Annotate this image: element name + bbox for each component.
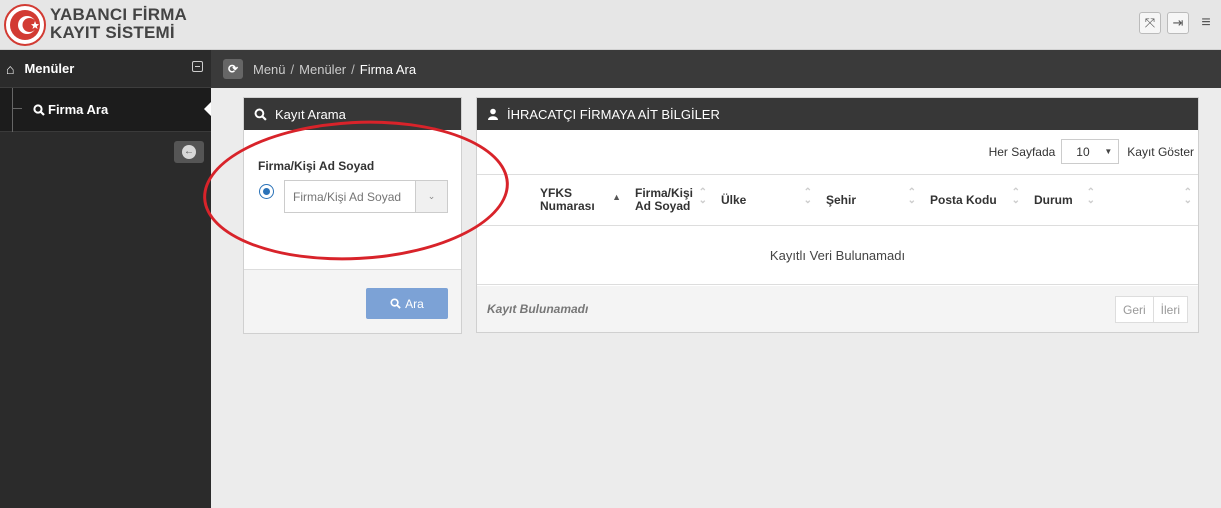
- breadcrumb-item[interactable]: Menü: [253, 62, 286, 77]
- brand-line-1: YABANCI FİRMA: [50, 5, 188, 24]
- fullscreen-icon: ⤧: [1144, 15, 1156, 30]
- sort-asc-icon: ▲: [612, 192, 621, 202]
- column-label: Durum: [1034, 192, 1073, 207]
- user-icon: [488, 108, 498, 120]
- column-header-name[interactable]: Firma/Kişi Ad Soyad ⌃ ⌄: [627, 175, 713, 225]
- breadcrumb-current: Firma Ara: [359, 61, 417, 77]
- breadcrumb-separator: /: [351, 61, 355, 77]
- tree-line: [12, 88, 13, 132]
- sort-icon: ⌃ ⌄: [1086, 187, 1095, 206]
- sidebar-header-label: Menüler: [24, 61, 75, 76]
- column-label: Firma/Kişi Ad Soyad: [635, 186, 694, 213]
- record-status: Kayıt Bulunamadı: [487, 302, 589, 316]
- next-page-button[interactable]: İleri: [1153, 296, 1188, 323]
- column-label: Ülke: [721, 192, 747, 207]
- arrow-left-circle-icon: ←: [182, 145, 196, 159]
- column-header-actions[interactable]: ⌃ ⌄: [1101, 175, 1198, 225]
- sort-icon: ⌃ ⌄: [803, 187, 812, 206]
- refresh-button[interactable]: ⟳: [223, 59, 243, 79]
- sort-icon: ⌃ ⌄: [1011, 187, 1020, 206]
- page-size-toolbar: Her Sayfada 10 ▼ Kayıt Göster: [989, 139, 1198, 164]
- column-header-postal-code[interactable]: Posta Kodu ⌃ ⌄: [922, 175, 1026, 225]
- column-header-country[interactable]: Ülke ⌃ ⌄: [713, 175, 818, 225]
- top-actions: ⤧ ⇥ ≡: [1139, 12, 1217, 34]
- tree-line: [12, 108, 22, 109]
- column-header-status[interactable]: Durum ⌃ ⌄: [1026, 175, 1101, 225]
- sidebar-item-firma-ara[interactable]: Firma Ara: [0, 88, 211, 132]
- exporter-panel-title: İHRACATÇI FİRMAYA AİT BİLGİLER: [507, 106, 720, 122]
- search-panel-title: Kayıt Arama: [275, 106, 346, 122]
- hamburger-menu-button[interactable]: ≡: [1195, 12, 1217, 34]
- top-bar: YABANCI FİRMA KAYIT SİSTEMİ ⤧ ⇥ ≡: [0, 0, 1221, 50]
- search-button-label: Ara: [405, 296, 424, 311]
- sidebar-header[interactable]: ⌂ Menüler: [0, 50, 211, 88]
- table-footer: Kayıt Bulunamadı Geri İleri: [477, 286, 1198, 332]
- page-size-select[interactable]: 10 ▼: [1061, 139, 1120, 164]
- search-icon: [254, 108, 267, 121]
- sidebar-toggle-button[interactable]: ←: [174, 141, 204, 163]
- hamburger-menu-icon: ≡: [1201, 14, 1211, 31]
- exporter-panel-header: İHRACATÇI FİRMAYA AİT BİLGİLER: [477, 98, 1198, 130]
- sidebar: ⌂ Menüler Firma Ara ←: [0, 50, 211, 508]
- active-caret-icon: [204, 102, 211, 116]
- fullscreen-button[interactable]: ⤧: [1139, 12, 1161, 34]
- empty-table-message: Kayıtlı Veri Bulunamadı: [477, 227, 1198, 285]
- column-header-yfks[interactable]: YFKS Numarası ▲: [516, 175, 627, 225]
- logout-icon: ⇥: [1172, 15, 1184, 30]
- home-icon: ⌂: [6, 60, 15, 77]
- breadcrumb-bar: ⟳ Menü / Menüler / Firma Ara: [211, 50, 1221, 88]
- show-records-label: Kayıt Göster: [1127, 144, 1194, 159]
- sort-icon: ⌃ ⌄: [698, 187, 707, 206]
- page-size-value: 10: [1076, 144, 1090, 159]
- pagination: Geri İleri: [1114, 296, 1188, 323]
- search-icon: [33, 103, 45, 116]
- caret-down-icon: ▼: [1104, 147, 1113, 156]
- sort-icon: ⌃ ⌄: [1183, 187, 1192, 206]
- breadcrumb-item[interactable]: Menüler: [299, 62, 346, 77]
- collapse-menu-icon[interactable]: [192, 61, 203, 72]
- previous-page-button[interactable]: Geri: [1114, 296, 1154, 323]
- sort-icon: ⌃ ⌄: [907, 187, 916, 206]
- breadcrumb-separator: /: [290, 61, 295, 77]
- column-label: Şehir: [826, 192, 857, 207]
- refresh-icon: ⟳: [227, 62, 239, 76]
- table-header: YFKS Numarası ▲ Firma/Kişi Ad Soyad ⌃ ⌄ Ü…: [477, 174, 1198, 226]
- brand-title: YABANCI FİRMA KAYIT SİSTEMİ: [50, 6, 187, 42]
- search-icon: [390, 298, 401, 309]
- breadcrumb: Menü / Menüler / Firma Ara: [253, 62, 416, 77]
- logout-button[interactable]: ⇥: [1167, 12, 1189, 34]
- logo-icon: [4, 4, 46, 46]
- search-button[interactable]: Ara: [366, 288, 448, 319]
- brand-line-2: KAYIT SİSTEMİ: [50, 23, 175, 42]
- column-header-city[interactable]: Şehir ⌃ ⌄: [818, 175, 922, 225]
- exporter-info-panel: İHRACATÇI FİRMAYA AİT BİLGİLER Her Sayfa…: [476, 97, 1199, 333]
- sidebar-item-label: Firma Ara: [48, 102, 109, 117]
- column-label: Posta Kodu: [930, 192, 997, 207]
- per-page-label: Her Sayfada: [988, 144, 1056, 159]
